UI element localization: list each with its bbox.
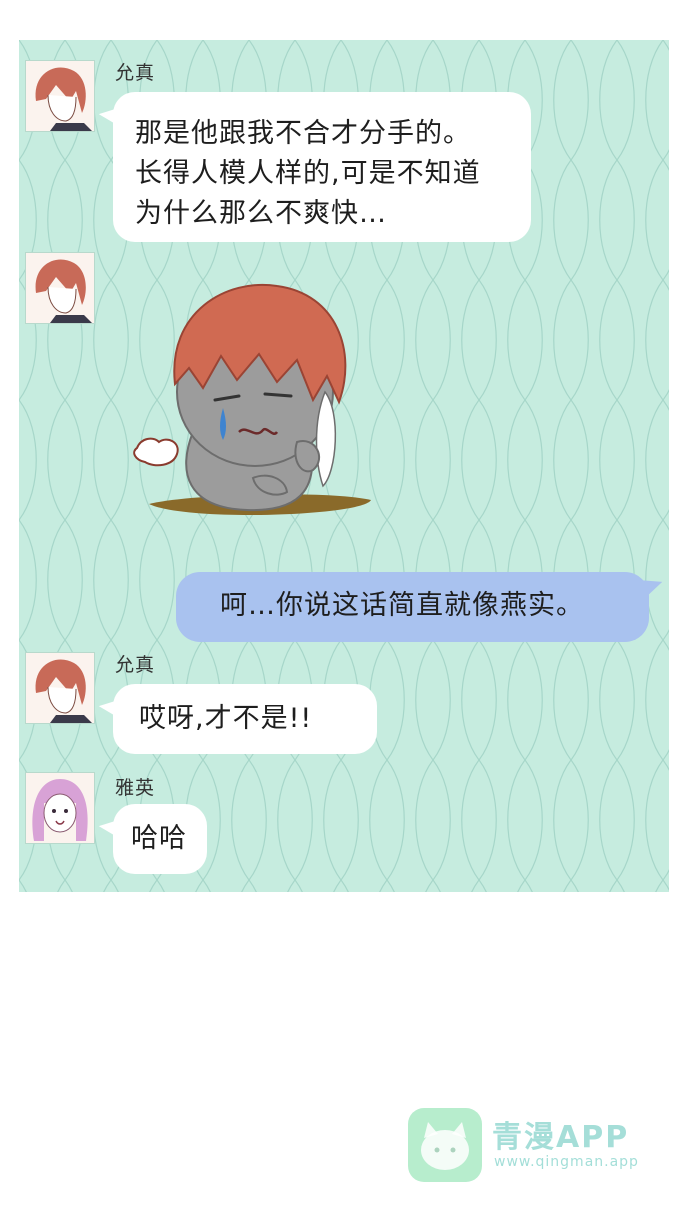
message-line: 那是他跟我不合才分手的。	[135, 118, 471, 149]
message-line: 呵…你说这话简直就像燕实。	[220, 590, 584, 621]
sender-name: 允真	[115, 654, 156, 676]
message-line: 哎呀,才不是!!	[139, 703, 313, 734]
outgoing-message-bubble: 呵…你说这话简直就像燕实。	[176, 572, 649, 642]
cat-logo-icon	[408, 1108, 482, 1182]
message-bubble: 那是他跟我不合才分手的。 长得人模人样的,可是不知道 为什么那么不爽快…	[113, 92, 531, 242]
qingman-watermark: 青漫APP www.qingman.app	[408, 1108, 648, 1184]
message-line: 长得人模人样的,可是不知道	[135, 158, 481, 189]
avatar-yunzhen[interactable]	[25, 252, 95, 324]
message-line: 为什么那么不爽快…	[135, 198, 387, 229]
sender-name: 雅英	[115, 777, 156, 799]
message-bubble: 哎呀,才不是!!	[113, 684, 377, 754]
watermark-title: 青漫APP	[492, 1120, 630, 1155]
avatar-yaying[interactable]	[25, 772, 95, 844]
sender-name: 允真	[115, 62, 156, 84]
avatar-yunzhen[interactable]	[25, 60, 95, 132]
message-line: 哈哈	[131, 823, 187, 854]
message-bubble: 哈哈	[113, 804, 207, 874]
chat-panel: 允真 那是他跟我不合才分手的。 长得人模人样的,可是不知道 为什么那么不爽快… …	[19, 40, 669, 892]
grumpy-boy-sticker	[133, 283, 371, 516]
avatar-yunzhen[interactable]	[25, 652, 95, 724]
watermark-url: www.qingman.app	[494, 1154, 639, 1170]
